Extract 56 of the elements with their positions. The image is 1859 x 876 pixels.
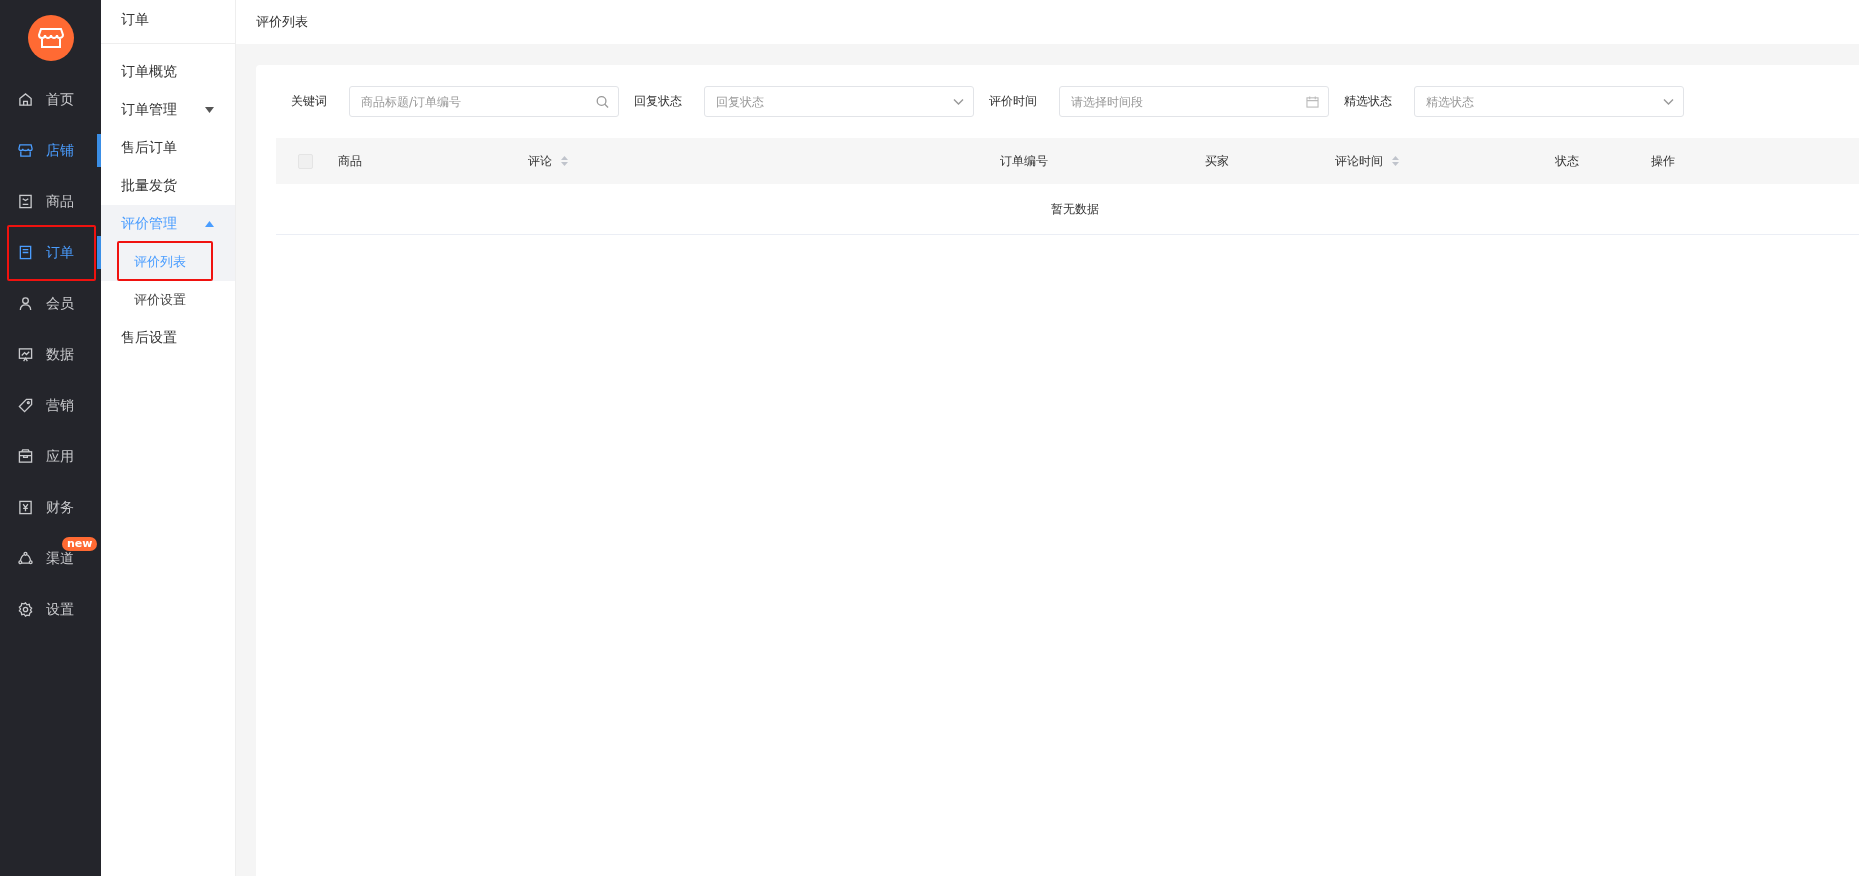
nav-item[interactable]: 订单 (0, 227, 101, 278)
chevron-down-icon (953, 98, 964, 105)
network-icon (18, 551, 33, 566)
nav-item[interactable]: 店铺 (0, 125, 101, 176)
select-field[interactable]: 精选状态 (1414, 86, 1684, 117)
select-field[interactable]: 回复状态 (704, 86, 974, 117)
filter-label: 回复状态 (634, 93, 682, 110)
filter-label: 关键词 (291, 93, 327, 110)
submenu-item[interactable]: 批量发货 (101, 167, 235, 205)
user-icon (18, 296, 33, 311)
date-field[interactable]: 请选择时间段 (1059, 86, 1329, 117)
search-icon (596, 95, 609, 108)
empty-message: 暂无数据 (1051, 200, 1099, 218)
caret-icon (205, 107, 214, 113)
chart-icon (18, 347, 33, 362)
sort-icon[interactable] (1392, 156, 1399, 166)
submenu-item[interactable]: 订单管理 (101, 91, 235, 129)
nav-item[interactable]: 首页 (0, 74, 101, 125)
column-header: 买家 (1205, 152, 1229, 170)
new-badge: new (62, 537, 98, 551)
tag-icon (18, 398, 33, 413)
store-icon (18, 143, 33, 158)
document-icon (18, 245, 33, 260)
nav-item[interactable]: 会员 (0, 278, 101, 329)
nav-item[interactable]: 商品 (0, 176, 101, 227)
column-header[interactable]: 评论 (528, 152, 552, 170)
page-title: 评价列表 (256, 13, 308, 31)
submenu-item[interactable]: 订单概览 (101, 53, 235, 91)
nav-item[interactable]: 应用 (0, 431, 101, 482)
section-title: 订单 (101, 0, 235, 44)
settings-icon (18, 602, 33, 617)
submenu-item[interactable]: 售后设置 (101, 319, 235, 357)
caret-icon (205, 221, 214, 227)
search-field[interactable]: 商品标题/订单编号 (349, 86, 619, 117)
logo-icon (27, 15, 74, 61)
filter-label: 评价时间 (989, 93, 1037, 110)
column-header: 订单编号 (1000, 152, 1048, 170)
column-header: 状态 (1555, 152, 1579, 170)
box-icon (18, 449, 33, 464)
nav-item[interactable]: new 渠道 (0, 533, 101, 584)
column-header: 商品 (338, 152, 362, 170)
nav-item[interactable]: 财务 (0, 482, 101, 533)
sort-icon[interactable] (561, 156, 568, 166)
home-icon (18, 92, 33, 107)
chevron-down-icon (1663, 98, 1674, 105)
submenu-item[interactable]: 售后订单 (101, 129, 235, 167)
nav-item[interactable]: 营销 (0, 380, 101, 431)
document-icon (18, 194, 33, 209)
nav-item[interactable]: 设置 (0, 584, 101, 635)
nav-item[interactable]: 数据 (0, 329, 101, 380)
column-header: 操作 (1651, 152, 1675, 170)
column-header[interactable]: 评论时间 (1335, 152, 1383, 170)
submenu-item[interactable]: 评价设置 (101, 281, 235, 319)
filter-label: 精选状态 (1344, 93, 1392, 110)
yen-icon (18, 500, 33, 515)
calendar-icon (1306, 95, 1319, 108)
